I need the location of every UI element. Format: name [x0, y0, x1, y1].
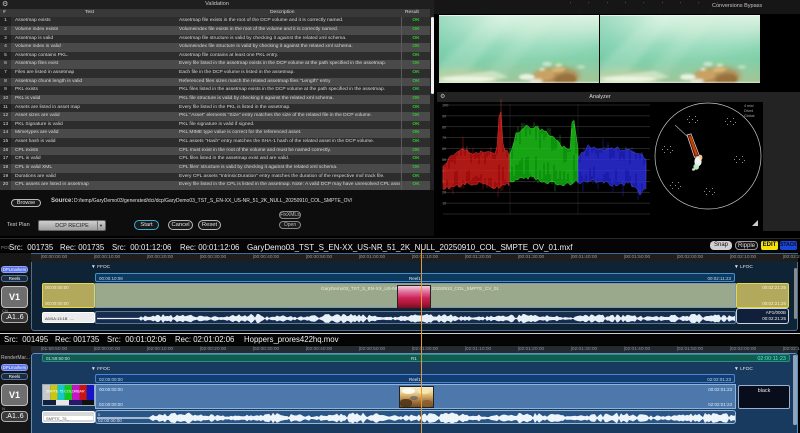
svg-text:90: 90: [442, 114, 446, 118]
svg-text:50: 50: [442, 158, 446, 162]
svg-text:4 min/: 4 min/: [744, 104, 754, 108]
svg-text:60: 60: [442, 147, 446, 151]
svg-text:100: 100: [442, 104, 448, 108]
svg-text:70: 70: [442, 136, 446, 140]
svg-text:80: 80: [442, 125, 446, 129]
svg-text:Dived: Dived: [744, 109, 753, 113]
svg-text:Global: Global: [744, 114, 755, 118]
svg-text:10: 10: [442, 202, 446, 206]
svg-text:SMPTE 75 COLORBAR: SMPTE 75 COLORBAR: [46, 390, 85, 394]
svg-text:20: 20: [442, 191, 446, 195]
